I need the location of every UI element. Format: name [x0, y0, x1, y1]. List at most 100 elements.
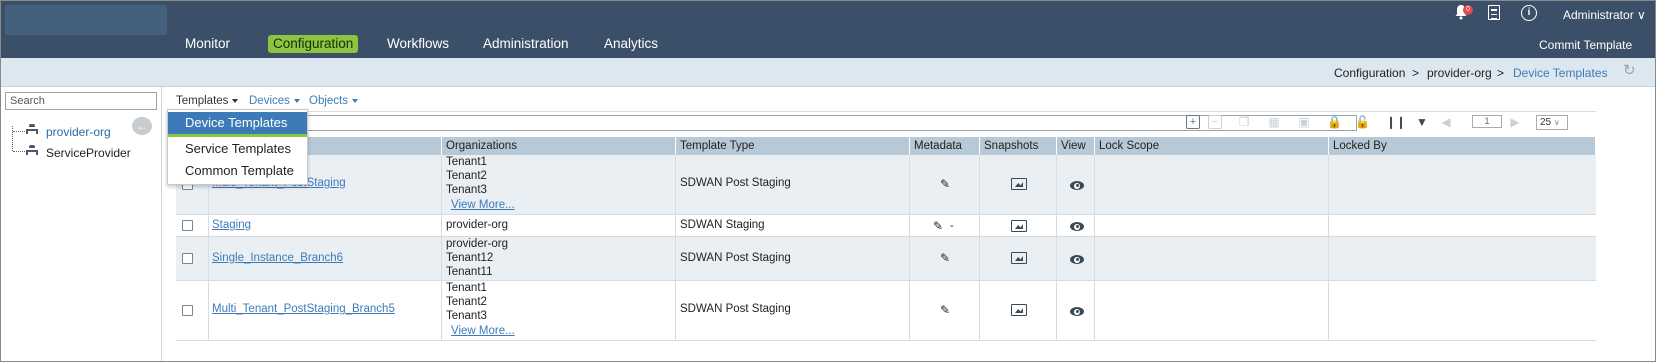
user-menu[interactable]: Administrator ∨ [1563, 8, 1646, 22]
cell-locked-by [1329, 237, 1596, 280]
menu-item-service-templates[interactable]: Service Templates [168, 138, 307, 160]
nav-administration[interactable]: Administration [483, 35, 569, 53]
info-icon[interactable]: i [1521, 5, 1537, 21]
pencil-icon[interactable]: ✎ [940, 177, 954, 191]
nav-monitor[interactable]: Monitor [185, 35, 230, 53]
columns-icon[interactable]: ❙❙ [1386, 115, 1406, 129]
eye-icon[interactable] [1070, 222, 1084, 231]
row-checkbox[interactable] [182, 253, 193, 264]
col-lock-scope[interactable]: Lock Scope [1095, 137, 1329, 155]
table-header: Organizations Template Type Metadata Sna… [176, 137, 1596, 155]
nav-workflows[interactable]: Workflows [387, 35, 449, 53]
tree-connector [12, 126, 13, 151]
tree-item-provider-org[interactable]: provider-org [46, 125, 111, 139]
col-organizations[interactable]: Organizations [442, 137, 676, 155]
menu-item-common-template[interactable]: Common Template [168, 160, 307, 182]
main-content: Templates Devices Objects + − ❐ ▦ ▣ 🔒 🔓 … [162, 87, 1655, 361]
cell-locked-by [1329, 281, 1596, 340]
cell-locked-by [1329, 215, 1596, 236]
tree-item-serviceprovider[interactable]: ServiceProvider [46, 146, 131, 160]
tab-label: Objects [309, 95, 348, 107]
col-view[interactable]: View [1057, 137, 1095, 155]
prev-page-icon[interactable]: ◀ [1439, 115, 1453, 129]
app-window: Monitor Configuration Workflows Administ… [0, 0, 1656, 362]
eye-icon[interactable] [1070, 181, 1084, 190]
template-name-link[interactable]: Multi_Tenant_PostStaging_Branch5 [212, 303, 395, 315]
pencil-icon[interactable]: ✎ [933, 219, 947, 233]
nav-analytics[interactable]: Analytics [604, 35, 658, 53]
page-size-value: 25 [1540, 117, 1552, 128]
template-type: SDWAN Post Staging [680, 252, 791, 264]
tab-templates[interactable]: Templates [176, 95, 239, 107]
breadcrumb-separator: > [1412, 66, 1420, 80]
view-more-link[interactable]: View More... [451, 325, 515, 337]
template-name-link[interactable]: Staging [212, 219, 251, 231]
caret-down-icon [293, 98, 300, 103]
col-metadata[interactable]: Metadata [910, 137, 980, 155]
table-row[interactable]: Multi_Tenant_PostStaging Tenant1 Tenant2… [176, 155, 1596, 215]
refresh-icon[interactable]: ↻ [1623, 63, 1639, 79]
cell-lock-scope [1095, 155, 1329, 214]
metadata-dash: - [950, 220, 954, 232]
breadcrumb-provider-org[interactable]: provider-org [1427, 66, 1492, 80]
organization-name: Tenant1 [446, 282, 487, 294]
remove-icon[interactable]: − [1208, 115, 1222, 129]
template-name-link[interactable]: Single_Instance_Branch6 [212, 252, 343, 264]
organization-name: provider-org [446, 219, 508, 231]
caret-down-icon [352, 98, 358, 103]
organization-name: Tenant11 [446, 266, 493, 278]
cell-lock-scope [1095, 281, 1329, 340]
cell-lock-scope [1095, 237, 1329, 280]
table-row[interactable]: Multi_Tenant_PostStaging_Branch5 Tenant1… [176, 281, 1596, 341]
tab-label: Devices [249, 95, 290, 107]
eye-icon[interactable] [1070, 307, 1084, 316]
organization-name: Tenant1 [446, 156, 487, 168]
search-input[interactable] [5, 92, 157, 110]
page-number-input[interactable]: 1 [1472, 115, 1502, 128]
breadcrumb: Configuration > provider-org > Device Te… [1, 58, 1655, 87]
snapshots-icon[interactable] [1011, 304, 1027, 316]
cell-select [176, 215, 209, 236]
table-row[interactable]: Staging provider-org SDWAN Staging ✎ - [176, 215, 1596, 237]
clone-icon[interactable]: ❐ [1237, 115, 1251, 129]
eye-icon[interactable] [1070, 255, 1084, 264]
table-row[interactable]: Single_Instance_Branch6 provider-org Ten… [176, 237, 1596, 281]
page-size-select[interactable]: 25 ∨ [1536, 115, 1568, 130]
next-page-icon[interactable]: ▶ [1508, 115, 1522, 129]
row-checkbox[interactable] [182, 220, 193, 231]
template-type: SDWAN Post Staging [680, 177, 791, 189]
col-locked-by[interactable]: Locked By [1329, 137, 1596, 155]
row-checkbox[interactable] [182, 305, 193, 316]
collapse-panel-icon[interactable]: ← [132, 117, 152, 135]
col-template-type[interactable]: Template Type [676, 137, 910, 155]
cell-select [176, 237, 209, 280]
commit-template-button[interactable]: Commit Template [1539, 38, 1632, 52]
pencil-icon[interactable]: ✎ [940, 303, 954, 317]
pencil-icon[interactable]: ✎ [940, 251, 954, 265]
add-icon[interactable]: + [1186, 115, 1200, 129]
lock-icon[interactable]: 🔒 [1327, 115, 1342, 129]
tasks-icon[interactable] [1488, 5, 1500, 20]
user-name: Administrator [1563, 8, 1634, 22]
cell-locked-by [1329, 155, 1596, 214]
notification-badge: 0 [1463, 5, 1473, 15]
org-tree-panel: provider-org ← ServiceProvider [1, 87, 162, 361]
export-icon[interactable]: ▦ [1267, 115, 1281, 129]
organization-name: Tenant3 [446, 184, 487, 196]
organization-name: Tenant2 [446, 296, 487, 308]
edit-icon[interactable]: ▣ [1297, 115, 1311, 129]
unlock-icon[interactable]: 🔓 [1355, 115, 1370, 129]
breadcrumb-configuration[interactable]: Configuration [1334, 66, 1405, 80]
menu-item-device-templates[interactable]: Device Templates [168, 112, 307, 137]
col-snapshots[interactable]: Snapshots [980, 137, 1057, 155]
nav-configuration[interactable]: Configuration [268, 35, 359, 53]
cell-select [176, 281, 209, 340]
snapshots-icon[interactable] [1011, 178, 1027, 190]
filter-icon[interactable]: ▼ [1415, 115, 1429, 129]
snapshots-icon[interactable] [1011, 252, 1027, 264]
snapshots-icon[interactable] [1011, 220, 1027, 232]
organization-icon [26, 124, 38, 134]
tab-devices[interactable]: Devices [249, 95, 300, 107]
view-more-link[interactable]: View More... [451, 199, 515, 211]
tab-objects[interactable]: Objects [309, 95, 358, 107]
